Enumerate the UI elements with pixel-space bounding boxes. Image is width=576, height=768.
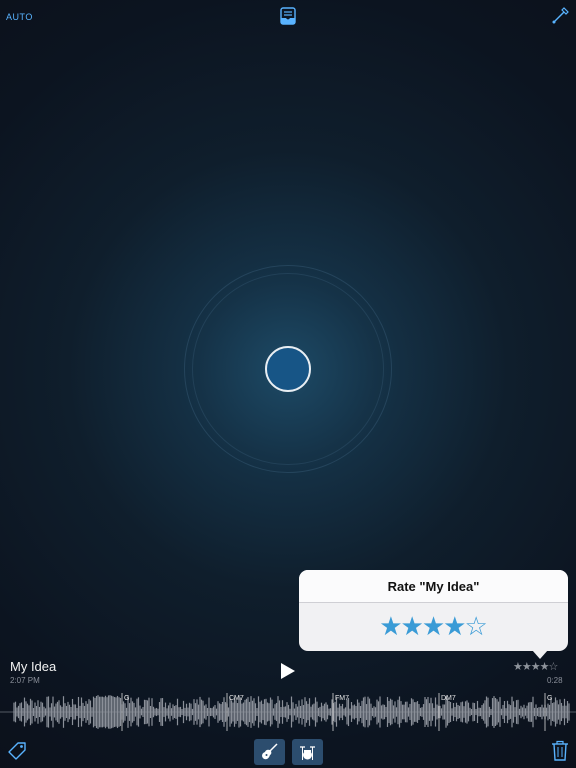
guitar-button[interactable] [254, 739, 285, 765]
rating-star-2[interactable]: ★ [401, 609, 424, 643]
library-icon[interactable] [279, 7, 297, 25]
drums-icon [300, 746, 315, 760]
rating-star-1[interactable]: ★ [379, 609, 402, 643]
recording-time: 2:07 PM [10, 676, 40, 685]
rating-popover-title: Rate "My Idea" [299, 570, 568, 603]
recording-duration: 0:28 [547, 676, 563, 685]
rating-stars: ★★★★☆ [299, 603, 568, 651]
guitar-icon [262, 743, 278, 760]
tag-icon[interactable] [7, 741, 27, 761]
rating-button[interactable]: ★★★★☆ [513, 660, 558, 673]
chord-label: G [547, 695, 553, 702]
waveform[interactable] [0, 690, 576, 734]
play-button[interactable] [281, 663, 295, 679]
popover-arrow [532, 650, 548, 659]
rating-star-5[interactable]: ☆ [464, 609, 487, 643]
auto-button[interactable]: AUTO [6, 12, 33, 22]
rating-star-4[interactable]: ★ [443, 609, 466, 643]
chord-label: FM7 [335, 695, 349, 702]
chord-label: CM7 [229, 695, 244, 702]
rating-star-3[interactable]: ★ [422, 609, 445, 643]
recording-title[interactable]: My Idea [10, 659, 56, 674]
trash-icon[interactable] [551, 740, 569, 761]
chord-label: G [124, 695, 130, 702]
rating-popover: Rate "My Idea" ★★★★☆ [299, 570, 568, 651]
record-button[interactable] [265, 346, 311, 392]
drums-button[interactable] [292, 739, 323, 765]
top-bar: AUTO [0, 0, 576, 34]
chord-label: DM7 [441, 695, 456, 702]
tuner-icon[interactable] [551, 7, 569, 25]
